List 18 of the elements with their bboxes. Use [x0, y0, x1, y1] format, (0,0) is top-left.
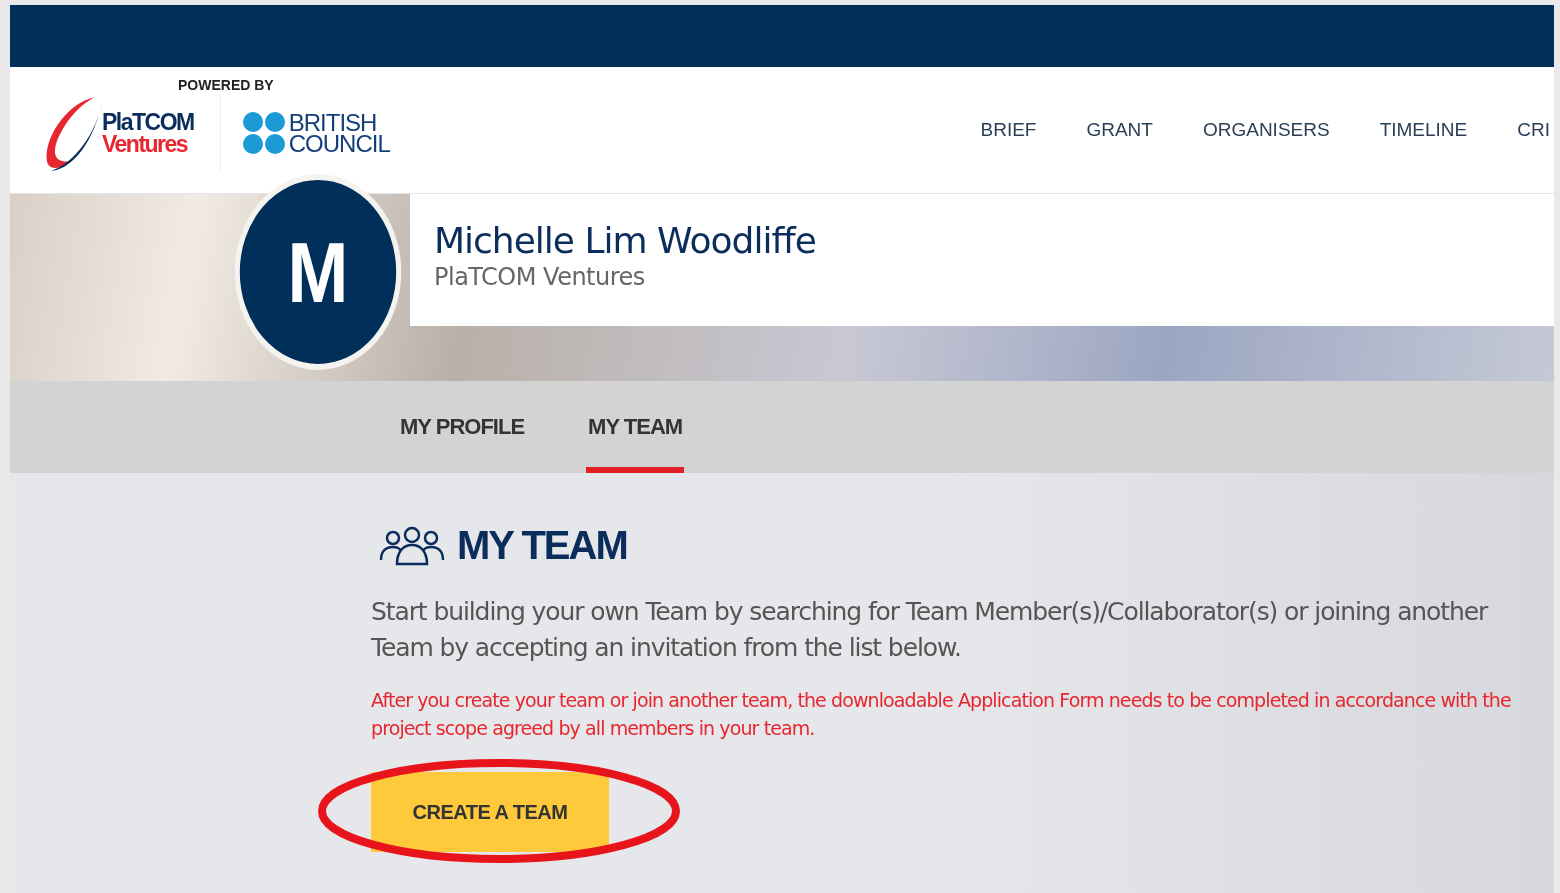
nav-link[interactable]: CRI	[1517, 119, 1550, 141]
avatar-circle: M	[234, 174, 402, 370]
powered-by-label: POWERED BY	[178, 77, 275, 93]
nav-link[interactable]: GRANT	[1086, 119, 1153, 141]
profile-organisation: PlaTCOM Ventures	[434, 263, 646, 291]
four-dots-icon	[242, 112, 285, 154]
people-icon	[379, 525, 445, 566]
intro-paragraph: Start building your own Team by searching for Team Member(s)/Collaborator(s) or joining another Team by accepting an invitation from the list below.	[371, 596, 1489, 664]
british-council-logo[interactable]: BRITISH COUNCIL	[242, 112, 390, 154]
create-team-button[interactable]: CREATE A TEAM	[371, 772, 609, 852]
notice-paragraph: After you create your team or join another team, the downloadable Application Form needs to be completed in accordance with the project scope agreed by all members in your team.	[371, 688, 1512, 741]
nav-link[interactable]: ORGANISERS	[1202, 119, 1330, 141]
nav-link[interactable]: BRIEF	[980, 119, 1037, 141]
section-title: MY TEAM	[457, 523, 627, 568]
profile-name: Michelle Lim Woodliffe	[434, 220, 817, 261]
nav-link[interactable]: TIMELINE	[1379, 119, 1468, 141]
platcom-logo[interactable]: PlaTCOM Ventures	[38, 93, 194, 173]
profile-tab[interactable]: MY PROFILE	[398, 381, 527, 473]
